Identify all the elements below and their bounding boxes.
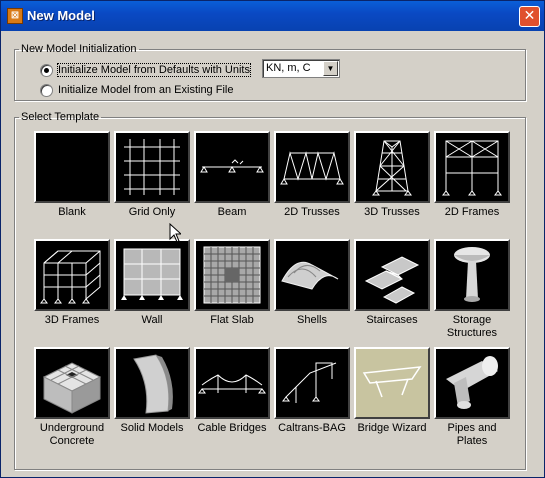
template-label: Blank	[58, 206, 86, 218]
template-label: Beam	[217, 206, 247, 218]
title-bar[interactable]: ⊠ New Model ✕	[1, 1, 544, 31]
init-group-legend: New Model Initialization	[21, 43, 137, 55]
template-label: 3D Trusses	[364, 206, 420, 218]
template-label: Bridge Wizard	[357, 422, 427, 434]
radio-button-existing[interactable]	[40, 83, 53, 97]
radio-button-defaults[interactable]	[40, 63, 53, 77]
template-underground-concrete[interactable]	[34, 347, 110, 419]
template-3d-trusses[interactable]	[354, 131, 430, 203]
template-label: Caltrans-BAG	[278, 422, 346, 434]
template-label: Shells	[297, 314, 327, 326]
template-label: Solid Models	[120, 422, 184, 434]
template-pipes-and-plates[interactable]	[434, 347, 510, 419]
grid-icon	[124, 139, 180, 195]
3d-frame-icon	[40, 250, 101, 304]
template-label: Storage Structures	[446, 314, 498, 339]
template-caltrans-bag[interactable]	[274, 347, 350, 419]
units-value: KN, m, C	[266, 62, 311, 74]
staircase-icon	[364, 256, 420, 304]
template-wall[interactable]	[114, 239, 190, 311]
template-flat-slab[interactable]	[194, 239, 270, 311]
bridge-wizard-icon	[362, 366, 422, 398]
template-label: Cable Bridges	[197, 422, 267, 434]
2d-truss-icon	[280, 151, 344, 185]
blank-icon	[36, 133, 108, 201]
underground-concrete-icon	[42, 362, 102, 414]
mouse-pointer-icon	[169, 223, 181, 243]
template-label: 2D Frames	[444, 206, 500, 218]
caltrans-bag-icon	[282, 362, 337, 403]
radio-init-defaults[interactable]: Initialize Model from Defaults with Unit…	[40, 62, 251, 78]
beam-icon	[200, 159, 264, 173]
close-icon: ✕	[523, 8, 536, 24]
pipes-plates-icon	[446, 356, 498, 409]
3d-truss-icon	[372, 140, 412, 196]
flat-slab-icon	[203, 246, 261, 304]
template-cable-bridges[interactable]	[194, 347, 270, 419]
dialog-body: New Model Initialization Initialize Mode…	[4, 31, 541, 476]
sap-logo-icon: ⊠	[7, 8, 23, 24]
template-beam[interactable]	[194, 131, 270, 203]
template-staircases[interactable]	[354, 239, 430, 311]
template-blank[interactable]	[34, 131, 110, 203]
new-model-dialog: ⊠ New Model ✕ New Model Initialization I…	[0, 0, 545, 478]
template-label: Underground Concrete	[39, 422, 105, 447]
template-label: Staircases	[366, 314, 418, 326]
2d-frame-icon	[442, 140, 502, 196]
chevron-down-icon[interactable]: ▼	[323, 61, 338, 76]
cable-bridge-icon	[198, 374, 266, 394]
template-2d-trusses[interactable]	[274, 131, 350, 203]
template-grid-only[interactable]	[114, 131, 190, 203]
wall-icon	[121, 248, 183, 300]
template-solid-models[interactable]	[114, 347, 190, 419]
radio-init-existing-file[interactable]: Initialize Model from an Existing File	[40, 82, 233, 98]
close-button[interactable]: ✕	[519, 6, 540, 27]
radio-label-existing[interactable]: Initialize Model from an Existing File	[58, 84, 233, 96]
template-shells[interactable]	[274, 239, 350, 311]
template-group-legend: Select Template	[21, 111, 100, 123]
template-label: Grid Only	[128, 206, 176, 218]
template-3d-frames[interactable]	[34, 239, 110, 311]
window-title: New Model	[27, 8, 95, 23]
template-bridge-wizard[interactable]	[354, 347, 430, 419]
template-2d-frames[interactable]	[434, 131, 510, 203]
template-label: Pipes and Plates	[447, 422, 497, 447]
units-dropdown[interactable]: KN, m, C ▼	[262, 59, 340, 78]
solid-model-icon	[133, 354, 173, 414]
shells-icon	[281, 261, 339, 290]
storage-structure-icon	[454, 247, 490, 302]
radio-label-defaults[interactable]: Initialize Model from Defaults with Unit…	[57, 63, 251, 77]
template-label: Wall	[141, 314, 163, 326]
template-storage-structures[interactable]	[434, 239, 510, 311]
template-label: 2D Trusses	[284, 206, 340, 218]
template-label: Flat Slab	[210, 314, 254, 326]
template-label: 3D Frames	[44, 314, 100, 326]
